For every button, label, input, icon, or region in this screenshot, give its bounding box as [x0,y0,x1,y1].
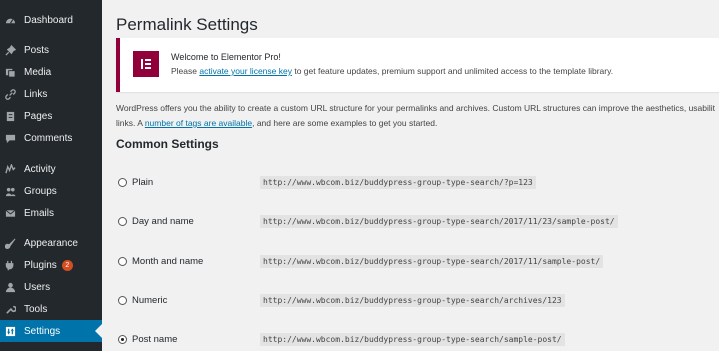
user-icon [4,281,16,293]
intro-line-1: WordPress offers you the ability to crea… [116,103,716,113]
option-example-url: http://www.wbcom.biz/buddypress-group-ty… [260,175,536,189]
sidebar-item-settings[interactable]: Settings [0,320,102,342]
sidebar-item-media[interactable]: Media [0,61,102,83]
option-label: Day and name [132,215,194,227]
brush-icon [4,237,16,249]
activate-license-link[interactable]: activate your license key [199,66,292,76]
active-indicator [95,324,102,338]
option-label: Post name [132,333,178,345]
notice-text-before: Please [171,66,200,76]
option-example-url: http://www.wbcom.biz/buddypress-group-ty… [260,214,618,228]
comment-icon [4,132,16,144]
option-post-name: Post name http://www.wbcom.biz/buddypres… [116,331,716,347]
groups-icon [4,185,16,197]
option-label: Month and name [132,255,204,267]
activity-icon [4,163,16,175]
option-plain: Plain http://www.wbcom.biz/buddypress-gr… [116,174,716,190]
tags-available-link[interactable]: number of tags are available [145,118,252,128]
dashboard-icon [4,14,16,26]
day-and-name-radio[interactable] [118,216,127,226]
post-name-radio[interactable] [118,334,127,344]
month-and-name-radio[interactable] [118,256,127,266]
email-icon [4,207,16,219]
sidebar-item-label: Posts [24,44,50,56]
option-month-and-name: Month and name http://www.wbcom.biz/budd… [116,253,716,269]
sidebar-item-appearance[interactable]: Appearance [0,232,102,254]
sidebar-item-label: Comments [24,132,73,144]
sidebar-item-emails[interactable]: Emails [0,202,102,224]
wrench-icon [4,303,16,315]
sidebar-item-label: Plugins [24,259,57,271]
sidebar-item-label: Settings [24,325,61,337]
sidebar-item-groups[interactable]: Groups [0,180,102,202]
option-numeric: Numeric http://www.wbcom.biz/buddypress-… [116,292,716,308]
sidebar-item-label: Tools [24,303,48,315]
elementor-logo-icon [133,51,159,77]
sidebar-item-posts[interactable]: Posts [0,39,102,61]
media-icon [4,66,16,78]
update-count-badge: 2 [61,259,73,271]
option-label: Plain [132,176,154,188]
sidebar-item-tools[interactable]: Tools [0,298,102,320]
sidebar-item-users[interactable]: Users [0,276,102,298]
pin-icon [4,44,16,56]
main-content: Permalink Settings Welcome to Elementor … [102,0,719,351]
sidebar-item-label: Pages [24,110,53,122]
notice-text: Please activate your license key to get … [171,66,613,76]
intro-line-2: links. A number of tags are available, a… [116,116,716,131]
option-day-and-name: Day and name http://www.wbcom.biz/buddyp… [116,213,716,229]
sidebar-item-label: Dashboard [24,14,73,26]
settings-icon [4,325,16,337]
sidebar-item-label: Emails [24,207,55,219]
plain-radio[interactable] [118,177,127,187]
page-title: Permalink Settings [116,15,258,34]
option-example-url: http://www.wbcom.biz/buddypress-group-ty… [260,332,565,346]
intro-text-after: , and here are some examples to get you … [252,118,438,128]
sidebar-item-label: Users [24,281,51,293]
notice-title: Welcome to Elementor Pro! [171,52,281,62]
sidebar-item-label: Groups [24,185,57,197]
sidebar-item-plugins[interactable]: Plugins 2 [0,254,102,276]
sidebar-item-label: Media [24,66,52,78]
option-label: Numeric [132,294,168,306]
elementor-notice: Welcome to Elementor Pro! Please activat… [116,38,719,92]
admin-sidebar: Dashboard Posts Media Links Pages Commen… [0,0,102,351]
permalink-intro: WordPress offers you the ability to crea… [116,101,716,131]
option-example-url: http://www.wbcom.biz/buddypress-group-ty… [260,254,604,268]
sidebar-item-activity[interactable]: Activity [0,158,102,180]
plugin-icon [4,259,16,271]
sidebar-item-label: Links [24,88,48,100]
option-example-url: http://www.wbcom.biz/buddypress-group-ty… [260,293,565,307]
sidebar-item-comments[interactable]: Comments [0,127,102,149]
intro-text-before: links. A [116,118,145,128]
sidebar-item-dashboard[interactable]: Dashboard [0,9,102,31]
link-icon [4,88,16,100]
notice-text-after: to get feature updates, premium support … [291,66,614,76]
sidebar-item-label: Activity [24,163,56,175]
sidebar-item-pages[interactable]: Pages [0,105,102,127]
common-settings-heading: Common Settings [116,137,219,151]
numeric-radio[interactable] [118,295,127,305]
page-icon [4,110,16,122]
sidebar-item-links[interactable]: Links [0,83,102,105]
sidebar-item-label: Appearance [24,237,78,249]
